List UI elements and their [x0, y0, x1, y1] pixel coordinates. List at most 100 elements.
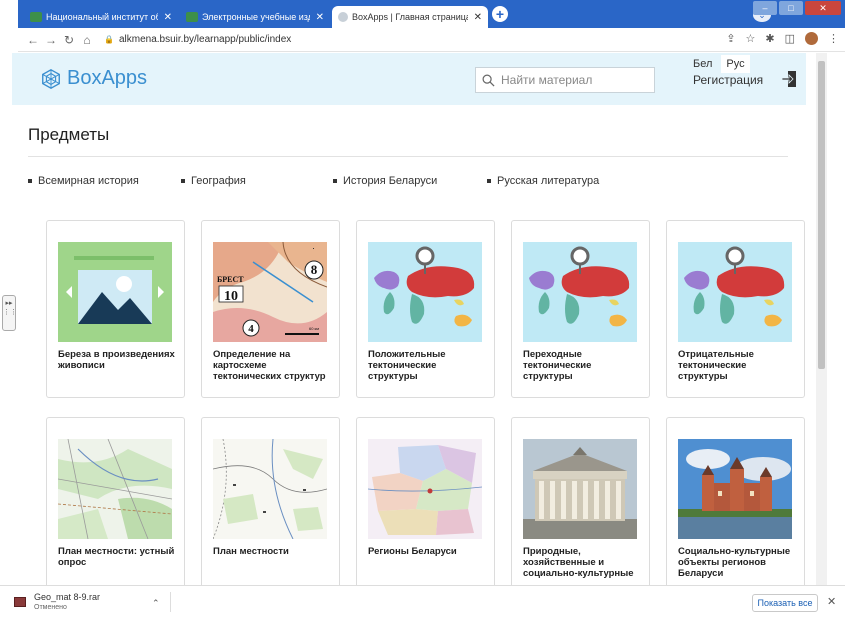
card-thumbnail: [368, 242, 482, 342]
material-card[interactable]: Отрицательные тектонические структуры: [666, 220, 805, 398]
download-filename: Geo_mat 8-9.rar: [34, 592, 101, 602]
world-map-image: [678, 242, 792, 342]
material-card[interactable]: Социально-культурные объекты регионов Бе…: [666, 417, 805, 585]
search-icon: [482, 74, 495, 87]
back-icon[interactable]: ←: [24, 33, 42, 47]
lock-icon: 🔒: [104, 35, 114, 44]
tab-1[interactable]: Национальный институт образ ✕: [24, 6, 178, 28]
window-close-icon[interactable]: ✕: [805, 1, 841, 15]
browser-toolbar: ← → ↻ ⌂ 🔒 alkmena.bsuir.by/learnapp/publ…: [18, 28, 845, 52]
extensions-icon[interactable]: ✱: [765, 32, 774, 45]
divider: [28, 156, 788, 157]
menu-icon[interactable]: ⋮: [828, 32, 839, 45]
tab-strip: Национальный институт образ ✕ Электронны…: [18, 0, 845, 28]
card-label: Положительные тектонические структуры: [368, 349, 446, 382]
download-status: Отменено: [34, 604, 67, 611]
card-thumbnail: [58, 439, 172, 539]
download-bar: Geo_mat 8-9.rar Отменено ⌃ Показать все …: [0, 585, 845, 618]
scrollbar-thumb[interactable]: [818, 61, 825, 369]
tab-title: Электронные учебные издани: [202, 12, 310, 22]
url-text: alkmena.bsuir.by/learnapp/public/index: [118, 34, 292, 45]
subject-russian-literature[interactable]: Русская литература: [487, 175, 599, 187]
profile-avatar[interactable]: [805, 32, 818, 45]
material-card[interactable]: Положительные тектонические структуры: [356, 220, 495, 398]
bookmark-star-icon[interactable]: ☆: [746, 32, 756, 45]
subject-belarus-history[interactable]: История Беларуси: [333, 175, 437, 187]
card-thumbnail: [213, 439, 327, 539]
page-scrollbar[interactable]: [816, 53, 827, 585]
castle-photo: [678, 439, 792, 539]
card-thumbnail: [678, 439, 792, 539]
toolbar-actions: ⇪ ☆ ✱ ◫ ⋮: [726, 32, 839, 45]
close-tab-icon[interactable]: ✕: [164, 12, 172, 23]
language-switch: Бел Рус: [688, 55, 750, 73]
map-scale-label: 60 км: [309, 326, 319, 331]
card-label: Отрицательные тектонические структуры: [678, 349, 754, 382]
card-thumbnail: [368, 439, 482, 539]
reload-icon[interactable]: ↻: [60, 33, 78, 47]
subject-label: География: [191, 175, 246, 187]
card-label: План местности: [213, 546, 289, 557]
side-panel-toggle[interactable]: ▸▸ ⋮⋮: [2, 295, 17, 331]
material-card[interactable]: Переходные тектонические структуры: [511, 220, 650, 398]
close-icon[interactable]: ✕: [827, 595, 836, 608]
material-card[interactable]: План местности: устный опрос: [46, 417, 185, 585]
minimize-icon[interactable]: –: [753, 1, 777, 15]
card-thumbnail: [523, 439, 637, 539]
material-card[interactable]: Береза в произведениях живописи: [46, 220, 185, 398]
material-card[interactable]: План местности: [201, 417, 340, 585]
close-tab-icon[interactable]: ✕: [474, 12, 482, 23]
lang-be[interactable]: Бел: [688, 55, 717, 73]
subject-label: История Беларуси: [343, 175, 438, 187]
logo-icon: [42, 68, 60, 89]
site-logo[interactable]: BoxApps: [40, 67, 147, 90]
plan-map-image: [213, 439, 327, 539]
download-item[interactable]: Geo_mat 8-9.rar Отменено: [14, 592, 100, 611]
subject-geography[interactable]: География: [181, 175, 246, 187]
lang-ru[interactable]: Рус: [721, 55, 750, 73]
subject-world-history[interactable]: Всемирная история: [28, 175, 139, 187]
address-bar[interactable]: 🔒 alkmena.bsuir.by/learnapp/public/index: [104, 34, 291, 45]
card-label: Природные, хозяйственные и социально-кул…: [523, 546, 634, 579]
new-tab-button[interactable]: +: [492, 6, 508, 22]
favicon-icon: [338, 12, 348, 22]
material-card[interactable]: Регионы Беларуси: [356, 417, 495, 585]
tab-2[interactable]: Электронные учебные издани ✕: [180, 6, 330, 28]
map-city-label: БРЕСТ: [217, 275, 244, 284]
search-input[interactable]: [501, 73, 641, 87]
palace-photo: [523, 439, 637, 539]
card-label: Социально-культурные объекты регионов Бе…: [678, 546, 791, 579]
logo-text: BoxApps: [67, 67, 148, 89]
material-card[interactable]: 8 БРЕСТ 10 4 60 км Определение на картос…: [201, 220, 340, 398]
chevron-up-icon[interactable]: ⌃: [152, 598, 160, 609]
sidepanel-icon[interactable]: ◫: [785, 32, 795, 45]
bullet-icon: [333, 179, 337, 183]
card-label: Переходные тектонические структуры: [523, 349, 592, 382]
login-icon[interactable]: [780, 69, 800, 89]
material-card[interactable]: Природные, хозяйственные и социально-кул…: [511, 417, 650, 585]
card-label: Определение на картосхеме тектонических …: [213, 349, 326, 382]
card-label: Регионы Беларуси: [368, 546, 457, 557]
home-icon[interactable]: ⌂: [78, 33, 96, 47]
share-icon[interactable]: ⇪: [726, 32, 735, 45]
regions-map-image: [368, 439, 482, 539]
image-placeholder-icon: [58, 242, 172, 342]
bullet-icon: [181, 179, 185, 183]
subject-label: Всемирная история: [38, 175, 139, 187]
favicon-icon: [30, 12, 42, 22]
main-content: Предметы Всемирная история География Ист…: [12, 105, 806, 585]
tab-3-active[interactable]: BoxApps | Главная страница ✕: [332, 6, 488, 28]
tab-title: Национальный институт образ: [46, 12, 158, 22]
maximize-icon[interactable]: □: [779, 1, 803, 15]
register-link[interactable]: Регистрация: [693, 73, 763, 87]
card-thumbnail: [678, 242, 792, 342]
show-all-downloads-button[interactable]: Показать все: [752, 594, 818, 612]
bullet-icon: [487, 179, 491, 183]
bullet-icon: [28, 179, 32, 183]
close-tab-icon[interactable]: ✕: [316, 12, 324, 23]
page-title: Предметы: [28, 125, 110, 144]
forward-icon[interactable]: →: [42, 33, 60, 47]
search-box[interactable]: [475, 67, 655, 93]
map-number-8: 8: [311, 262, 318, 277]
window-controls: – □ ✕: [753, 1, 841, 15]
